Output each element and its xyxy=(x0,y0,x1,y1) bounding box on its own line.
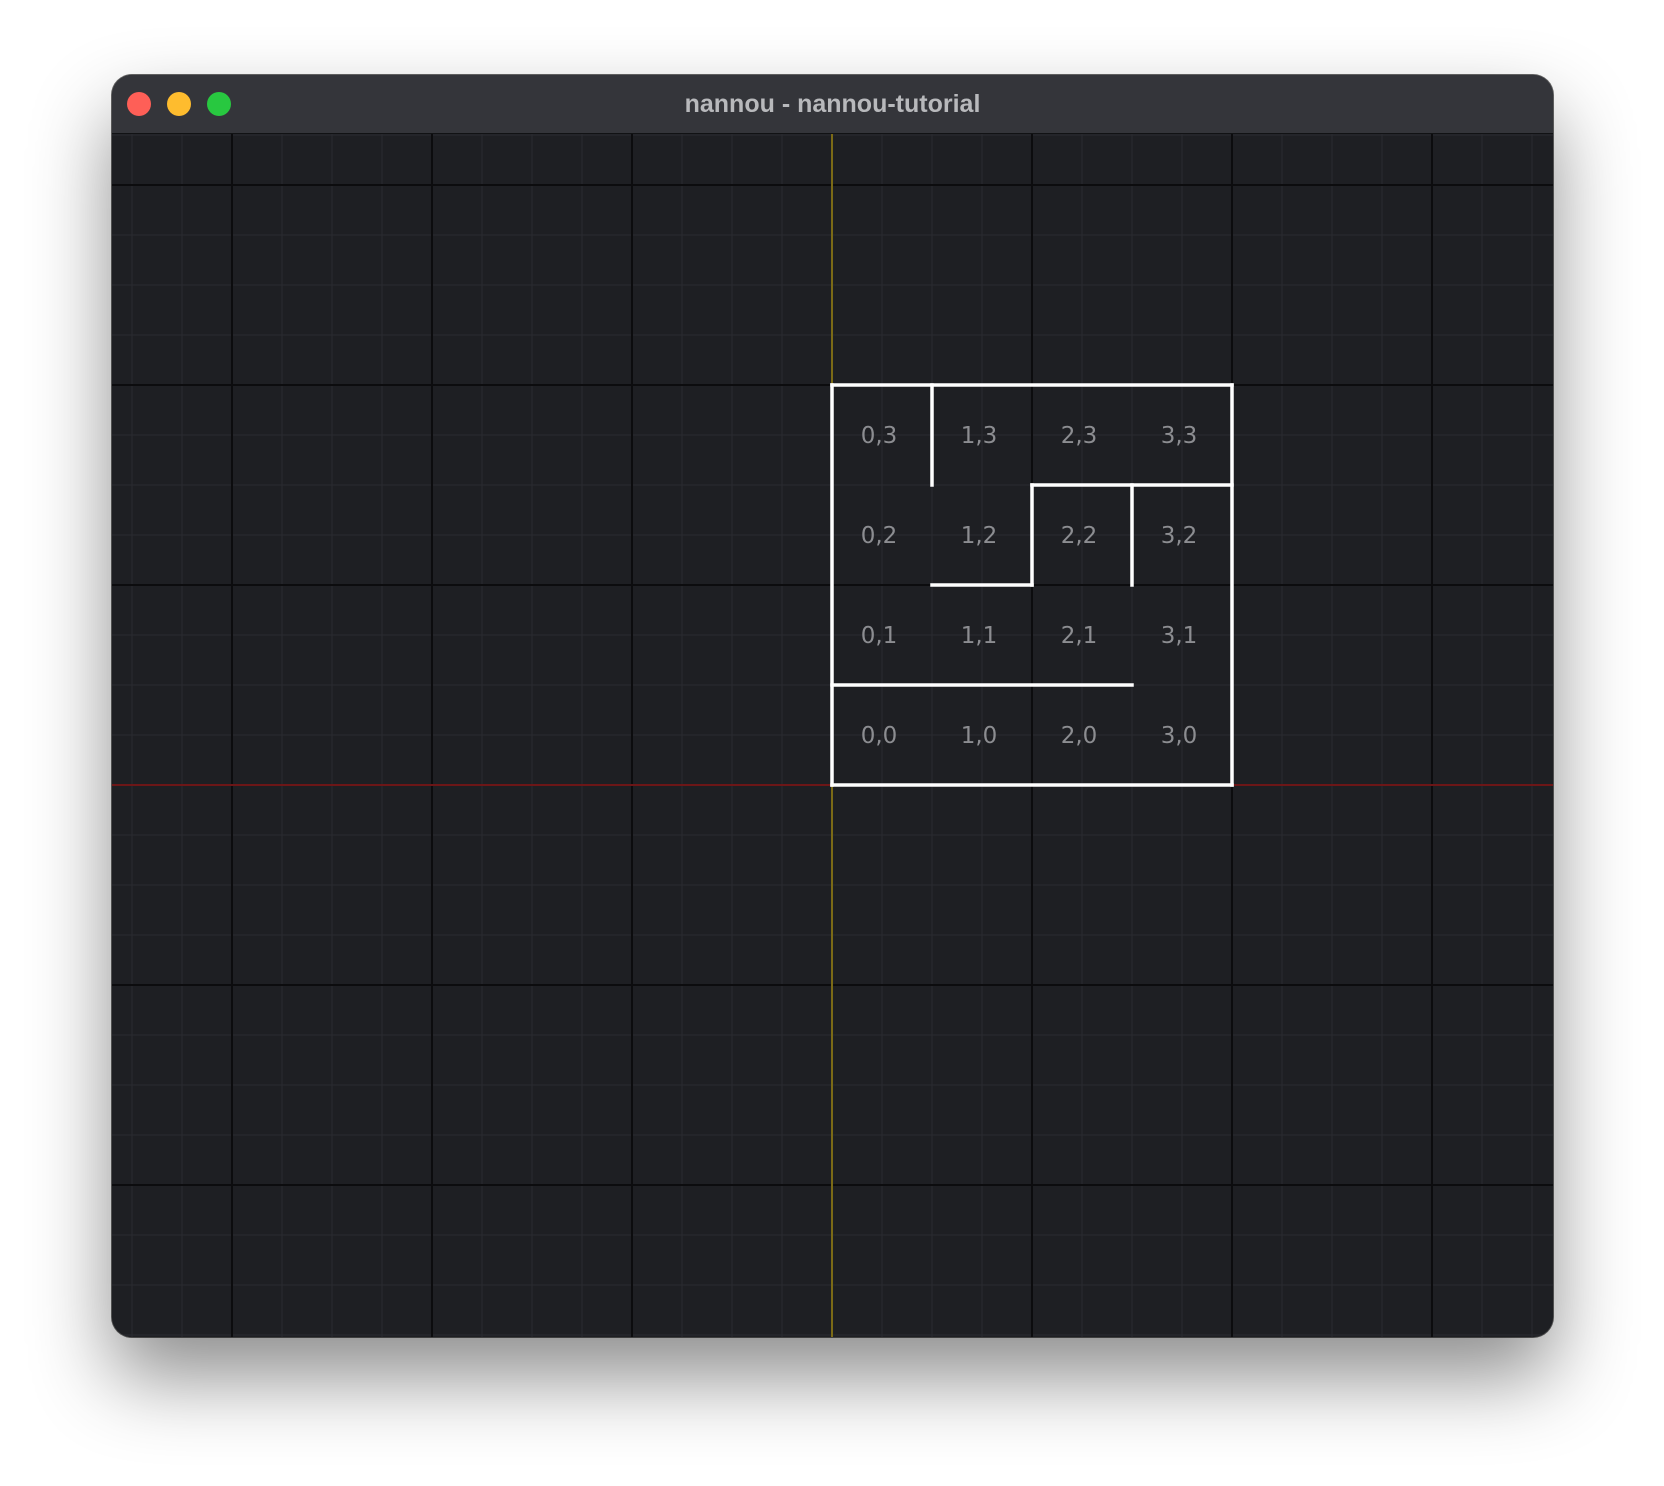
cell-label: 0,2 xyxy=(861,523,898,549)
title-bar[interactable]: nannou - nannou-tutorial xyxy=(112,75,1553,134)
cell-label: 1,1 xyxy=(961,623,998,649)
cell-label: 2,3 xyxy=(1061,423,1098,449)
cell-label: 1,2 xyxy=(961,523,998,549)
cell-label: 3,3 xyxy=(1161,423,1198,449)
cell-label: 1,0 xyxy=(961,723,998,749)
cell-label: 3,1 xyxy=(1161,623,1198,649)
app-window: nannou - nannou-tutorial 0,3 1,3 2,3 3,3 0,2… xyxy=(112,75,1553,1337)
cell-label: 0,0 xyxy=(861,723,898,749)
window-title: nannou - nannou-tutorial xyxy=(684,90,981,118)
cell-label: 2,1 xyxy=(1061,623,1098,649)
drawing-canvas[interactable]: 0,3 1,3 2,3 3,3 0,2 1,2 2,2 3,2 0,1 1,1 2,1 3,1 0,0 1… xyxy=(112,134,1553,1337)
cell-label: 1,3 xyxy=(961,423,998,449)
cell-label: 0,3 xyxy=(861,423,898,449)
cell-label: 3,0 xyxy=(1161,723,1198,749)
cell-label: 3,2 xyxy=(1161,523,1198,549)
cell-label: 2,0 xyxy=(1061,723,1098,749)
cell-label: 2,2 xyxy=(1061,523,1098,549)
cell-label: 0,1 xyxy=(861,623,898,649)
maze-scene: 0,3 1,3 2,3 3,3 0,2 1,2 2,2 3,2 0,1 1,1 2,1 3,1 0,0 1… xyxy=(112,134,1553,1337)
